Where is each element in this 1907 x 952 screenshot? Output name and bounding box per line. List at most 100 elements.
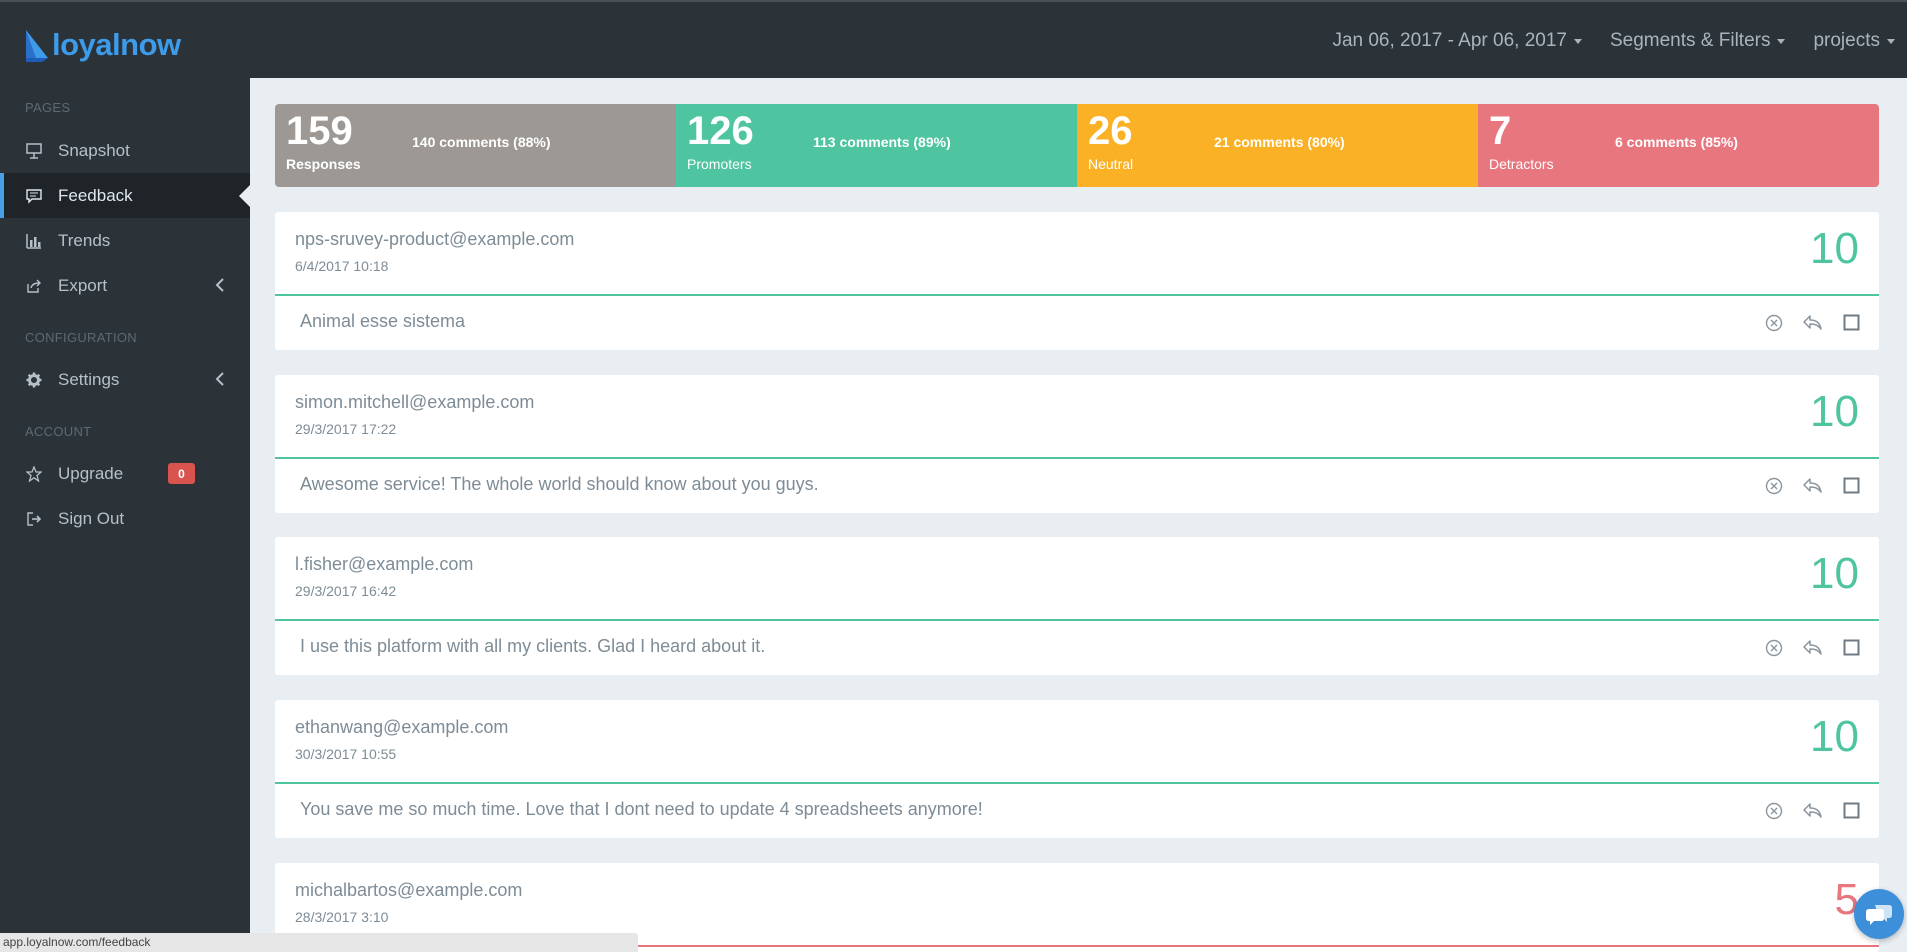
- close-circle-icon[interactable]: [1764, 476, 1783, 495]
- respondent-email[interactable]: michalbartos@example.com: [295, 880, 522, 901]
- feedback-card: simon.mitchell@example.com 29/3/2017 17:…: [275, 375, 1879, 513]
- feedback-card-header: ethanwang@example.com 30/3/2017 10:55 10: [275, 700, 1879, 784]
- stat-label: Detractors: [1489, 156, 1554, 172]
- respondent-email[interactable]: ethanwang@example.com: [295, 717, 508, 738]
- segments-filters-dropdown[interactable]: Segments & Filters: [1610, 30, 1786, 52]
- stat-label: Neutral: [1088, 156, 1134, 172]
- sign-out-icon: [25, 510, 43, 528]
- feedback-card-body: Awesome service! The whole world should …: [275, 459, 1879, 513]
- browser-status-url: app.loyalnow.com/feedback: [0, 933, 638, 952]
- sidebar-section-account: ACCOUNT: [25, 424, 92, 439]
- date-range-dropdown[interactable]: Jan 06, 2017 - Apr 06, 2017: [1332, 30, 1582, 52]
- reply-icon[interactable]: [1803, 638, 1822, 657]
- response-date: 29/3/2017 17:22: [295, 421, 397, 437]
- feedback-card-body: I use this platform with all my clients.…: [275, 621, 1879, 675]
- logo[interactable]: loyalnow: [24, 27, 181, 62]
- sidebar-section-pages: PAGES: [25, 100, 71, 115]
- sidebar-item-signout[interactable]: Sign Out: [0, 496, 250, 541]
- sidebar-item-label: Sign Out: [58, 508, 125, 528]
- projects-dropdown[interactable]: projects: [1813, 30, 1895, 52]
- sidebar-item-label: Snapshot: [58, 140, 130, 160]
- feedback-card-body: Animal esse sistema: [275, 296, 1879, 350]
- checkbox-icon[interactable]: [1842, 313, 1861, 332]
- sidebar-section-configuration: CONFIGURATION: [25, 330, 137, 345]
- sidebar-item-snapshot[interactable]: Snapshot: [0, 128, 250, 173]
- card-actions: [1764, 476, 1861, 495]
- feedback-card: nps-sruvey-product@example.com 6/4/2017 …: [275, 212, 1879, 350]
- presentation-icon: [25, 142, 43, 160]
- stat-promoters[interactable]: 126 Promoters 113 comments (89%): [676, 104, 1077, 187]
- stat-comments: 6 comments (85%): [1615, 134, 1738, 150]
- projects-label: projects: [1813, 30, 1880, 51]
- active-indicator: [239, 185, 250, 207]
- gear-icon: [25, 371, 43, 389]
- sidebar-item-label: Settings: [58, 369, 120, 389]
- stat-value: 26: [1088, 109, 1133, 153]
- stat-comments: 21 comments (80%): [1214, 134, 1345, 150]
- stat-neutral[interactable]: 26 Neutral 21 comments (80%): [1077, 104, 1478, 187]
- respondent-email[interactable]: nps-sruvey-product@example.com: [295, 229, 574, 250]
- stat-label: Responses: [286, 156, 361, 172]
- star-icon: [25, 465, 43, 483]
- chat-icon: [1866, 905, 1892, 925]
- stat-comments: 140 comments (88%): [412, 134, 551, 150]
- stat-detractors[interactable]: 7 Detractors 6 comments (85%): [1478, 104, 1879, 187]
- caret-down-icon: [1887, 38, 1895, 44]
- sidebar-item-label: Upgrade: [58, 463, 124, 483]
- respondent-email[interactable]: l.fisher@example.com: [295, 554, 473, 575]
- response-date: 29/3/2017 16:42: [295, 583, 397, 599]
- comment-icon: [25, 187, 43, 205]
- sidebar-item-label: Export: [58, 275, 108, 295]
- sidebar-item-label: Feedback: [58, 185, 133, 205]
- card-actions: [1764, 801, 1861, 820]
- checkbox-icon[interactable]: [1842, 476, 1861, 495]
- reply-icon[interactable]: [1803, 313, 1822, 332]
- share-icon: [25, 277, 43, 295]
- sidebar-item-upgrade[interactable]: Upgrade 0: [0, 451, 250, 496]
- bar-chart-icon: [25, 232, 43, 250]
- stat-responses[interactable]: 159 Responses 140 comments (88%): [275, 104, 676, 187]
- caret-down-icon: [1777, 38, 1786, 44]
- feedback-card-header: simon.mitchell@example.com 29/3/2017 17:…: [275, 375, 1879, 459]
- feedback-comment: I use this platform with all my clients.…: [300, 636, 766, 656]
- nps-score: 10: [1810, 224, 1859, 273]
- feedback-comment: Awesome service! The whole world should …: [300, 474, 819, 494]
- feedback-comment: You save me so much time. Love that I do…: [300, 799, 983, 819]
- chevron-left-icon: [215, 372, 224, 386]
- close-circle-icon[interactable]: [1764, 801, 1783, 820]
- sidebar-item-label: Trends: [58, 230, 111, 250]
- stat-value: 126: [687, 109, 754, 153]
- respondent-email[interactable]: simon.mitchell@example.com: [295, 392, 534, 413]
- feedback-card-header: l.fisher@example.com 29/3/2017 16:42 10: [275, 537, 1879, 621]
- nps-score: 10: [1810, 712, 1859, 761]
- close-circle-icon[interactable]: [1764, 638, 1783, 657]
- sidebar-item-feedback[interactable]: Feedback: [0, 173, 250, 218]
- top-nav: Jan 06, 2017 - Apr 06, 2017 Segments & F…: [1332, 30, 1895, 52]
- card-actions: [1764, 638, 1861, 657]
- reply-icon[interactable]: [1803, 801, 1822, 820]
- close-circle-icon[interactable]: [1764, 313, 1783, 332]
- feedback-card: l.fisher@example.com 29/3/2017 16:42 10 …: [275, 537, 1879, 675]
- feedback-comment: Animal esse sistema: [300, 311, 466, 331]
- nps-score: 10: [1810, 387, 1859, 436]
- feedback-card: ethanwang@example.com 30/3/2017 10:55 10…: [275, 700, 1879, 838]
- checkbox-icon[interactable]: [1842, 638, 1861, 657]
- chevron-left-icon: [215, 278, 224, 292]
- sidebar-item-trends[interactable]: Trends: [0, 218, 250, 263]
- sidebar: PAGES Snapshot Feedback Trends Export CO…: [0, 78, 250, 952]
- sidebar-item-settings[interactable]: Settings: [0, 357, 250, 402]
- logo-text: loyalnow: [52, 27, 181, 62]
- nps-score: 10: [1810, 549, 1859, 598]
- stat-value: 7: [1489, 109, 1512, 153]
- chat-widget-button[interactable]: [1854, 889, 1904, 939]
- stat-value: 159: [286, 109, 353, 153]
- upgrade-badge: 0: [168, 463, 195, 484]
- response-date: 28/3/2017 3:10: [295, 909, 389, 925]
- date-range-label: Jan 06, 2017 - Apr 06, 2017: [1332, 30, 1567, 51]
- response-date: 30/3/2017 10:55: [295, 746, 397, 762]
- checkbox-icon[interactable]: [1842, 801, 1861, 820]
- stat-label: Promoters: [687, 156, 752, 172]
- reply-icon[interactable]: [1803, 476, 1822, 495]
- sidebar-item-export[interactable]: Export: [0, 263, 250, 308]
- card-actions: [1764, 313, 1861, 332]
